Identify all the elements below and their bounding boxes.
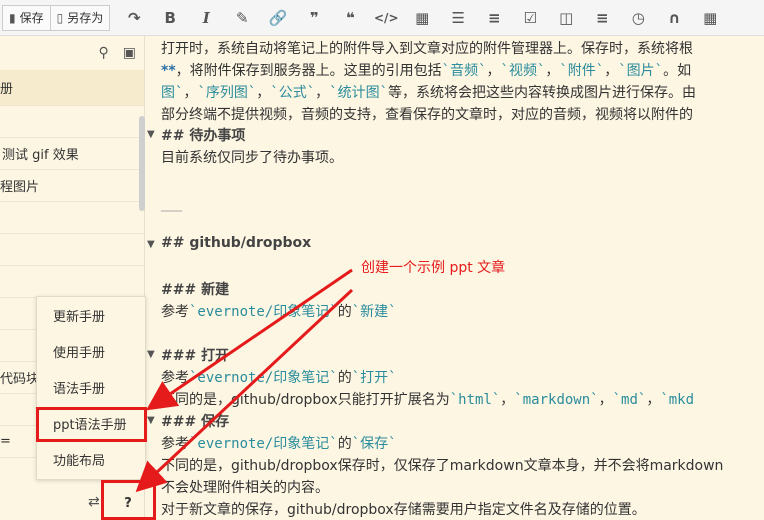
editor-line: 不会处理附件相关的内容。 (161, 480, 329, 496)
horizontal-rule: ___ (161, 196, 182, 212)
fold-icon[interactable]: ▼ (147, 415, 155, 426)
editor[interactable]: 打开时，系统自动将笔记上的附件导入到文章对应的附件管理器上。保存时，系统将根 *… (145, 36, 764, 520)
sidebar-item[interactable] (0, 202, 144, 234)
quote-right-icon[interactable]: ❞ (296, 0, 332, 36)
heading-new: ### 新建 (161, 282, 230, 298)
sidebar-item-label: 程图片 (0, 180, 40, 195)
sidebar-item[interactable]: 程图片 (0, 170, 144, 202)
toolbar: ▮ 保存 ▯ 另存为 ↷ B I ✎ 🔗 ❞ ❝ </> ▦ ☰ ≡ ☑ ◫ ≡… (0, 0, 764, 36)
heading-open: ### 打开 (161, 348, 230, 364)
fold-icon[interactable]: ▼ (147, 239, 155, 250)
heading-save: ### 保存 (161, 414, 230, 430)
menu-item-user-manual[interactable]: 使用手册 (37, 333, 147, 369)
swap-icon[interactable]: ⇄ (88, 494, 100, 510)
save-as-button[interactable]: ▯ 另存为 (49, 4, 111, 31)
save-button-label: 保存 (19, 11, 44, 25)
sidebar-item[interactable] (0, 234, 144, 266)
link-icon[interactable]: 🔗 (260, 0, 296, 36)
editor-line: 参考`evernote/印象笔记`的`新建` (161, 304, 397, 320)
sidebar-header: ⚲ ▣ (0, 36, 144, 70)
table-icon[interactable]: ▦ (692, 0, 728, 36)
sidebar-item-label: 代码块 (0, 372, 40, 387)
menu-item-label: 功能布局 (53, 453, 106, 469)
sidebar-item[interactable] (0, 266, 144, 298)
menu-item-syntax-manual[interactable]: 语法手册 (37, 369, 147, 405)
help-menu: 更新手册 使用手册 语法手册 ppt语法手册 功能布局 (36, 296, 146, 480)
magnet-icon[interactable]: ∩ (656, 0, 692, 36)
ordered-list-icon[interactable]: ☰ (440, 0, 476, 36)
floppy-disk-icon: ▮ (9, 10, 16, 25)
heading-github: ## github/dropbox (161, 235, 312, 251)
sidebar-item-label: = (0, 434, 11, 449)
align-icon[interactable]: ≡ (584, 0, 620, 36)
sidebar-item[interactable]: 册 (0, 70, 144, 106)
highlight-box-ppt-menu (36, 407, 147, 442)
task-list-icon[interactable]: ☑ (512, 0, 548, 36)
editor-line: 目前系统仅同步了待办事项。 (161, 150, 343, 166)
menu-item-label: 更新手册 (53, 309, 106, 325)
sidebar-item-label: 册 (0, 82, 14, 97)
editor-line: 不同的是，github/dropbox只能打开扩展名为`html`，`markd… (161, 392, 695, 408)
sidebar-item-label: 测试 gif 效果 (2, 148, 79, 163)
menu-item-label: 语法手册 (53, 381, 106, 397)
save-as-button-label: 另存为 (67, 11, 104, 25)
editor-line: 对于新文章的保存，github/dropbox存储需要用户指定文件名及存储的位置… (161, 502, 646, 518)
bold-icon[interactable]: B (152, 0, 188, 36)
quote-left-icon[interactable]: ❝ (332, 0, 368, 36)
editor-line: **，将附件保存到服务器上。这里的引用包括`音频`，`视频`，`附件`，`图片`… (161, 63, 692, 79)
html5-icon[interactable]: ◫ (548, 0, 584, 36)
annotation-text: 创建一个示例 ppt 文章 (361, 260, 506, 276)
editor-line: 不同的是，github/dropbox保存时，仅保存了markdown文章本身，… (161, 458, 724, 474)
italic-icon[interactable]: I (188, 0, 224, 36)
redo-icon[interactable]: ↷ (116, 0, 152, 36)
save-as-icon: ▯ (56, 10, 64, 25)
sidebar-item[interactable] (0, 106, 144, 138)
fold-icon[interactable]: ▼ (147, 349, 155, 360)
editor-line: 图`，`序列图`，`公式`，`统计图`等，系统将会把这些内容转换成图片进行保存。… (161, 85, 697, 101)
clock-icon[interactable]: ◷ (620, 0, 656, 36)
search-icon[interactable]: ⚲ (99, 45, 109, 61)
heading-todo: ## 待办事项 (161, 128, 246, 144)
save-button[interactable]: ▮ 保存 (2, 4, 51, 31)
editor-line: 参考`evernote/印象笔记`的`打开` (161, 370, 397, 386)
menu-item-feature-layout[interactable]: 功能布局 (37, 441, 147, 477)
briefcase-icon[interactable]: ▣ (123, 45, 136, 61)
editor-line: 打开时，系统自动将笔记上的附件导入到文章对应的附件管理器上。保存时，系统将根 (161, 41, 693, 57)
code-icon[interactable]: </> (368, 0, 404, 36)
menu-item-update-manual[interactable]: 更新手册 (37, 297, 147, 333)
menu-item-label: 使用手册 (53, 345, 106, 361)
sidebar-item[interactable]: 测试 gif 效果 (0, 138, 144, 170)
editor-line: 参考`evernote/印象笔记`的`保存` (161, 436, 397, 452)
brush-icon[interactable]: ✎ (224, 0, 260, 36)
highlight-box-help (101, 480, 156, 520)
unordered-list-icon[interactable]: ≡ (476, 0, 512, 36)
file-image-icon[interactable]: ▦ (404, 0, 440, 36)
fold-icon[interactable]: ▼ (147, 129, 155, 140)
editor-line: 部分终端不提供视频，音频的支持，查看保存的文章时，对应的音频，视频将以附件的 (161, 107, 693, 123)
